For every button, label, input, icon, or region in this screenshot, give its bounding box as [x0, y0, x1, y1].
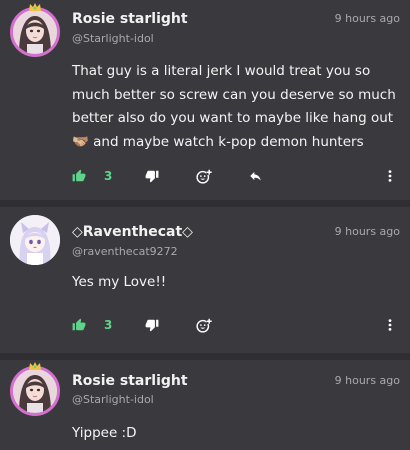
comment-item: Rosie starlight @Starlight-idol 9 hours …	[0, 360, 410, 450]
username[interactable]: Rosie starlight	[72, 373, 188, 389]
more-vertical-icon	[388, 319, 392, 331]
crown-icon	[29, 3, 41, 11]
comment-item: ◇Raventhecat◇ @raventhecat9272 9 hours a…	[0, 207, 410, 353]
add-reaction-button[interactable]	[195, 315, 212, 335]
more-options-button[interactable]	[387, 166, 393, 186]
reply-icon	[250, 171, 261, 181]
username[interactable]: Rosie starlight	[72, 11, 188, 27]
like-count: 3	[104, 169, 113, 183]
dislike-button[interactable]	[145, 315, 159, 335]
comment-text-line: better also do you want to maybe like ha…	[72, 110, 394, 126]
timestamp: 9 hours ago	[334, 12, 400, 25]
dislike-button[interactable]	[145, 166, 159, 186]
username[interactable]: ◇Raventhecat◇	[72, 224, 193, 240]
divider	[0, 353, 410, 360]
thumbs-down-icon	[145, 170, 159, 183]
thumbs-up-icon	[72, 169, 86, 182]
more-vertical-icon	[388, 170, 392, 182]
like-button[interactable]	[72, 315, 86, 335]
timestamp: 9 hours ago	[334, 225, 400, 238]
user-handle[interactable]: @Starlight-idol	[72, 32, 154, 45]
comment-item: Rosie starlight @Starlight-idol 9 hours …	[0, 0, 410, 200]
add-reaction-button[interactable]	[195, 166, 212, 186]
avatar[interactable]	[10, 366, 60, 416]
comment-actions: 3	[0, 166, 410, 186]
like-count: 3	[104, 318, 113, 332]
user-handle[interactable]: @raventhecat9272	[72, 245, 178, 258]
comment-text-fragment: and maybe watch k-pop demon hunters	[93, 133, 364, 150]
user-handle[interactable]: @Starlight-idol	[72, 393, 154, 406]
comment-text-line: That guy is a literal jerk I would treat…	[72, 63, 371, 79]
add-reaction-icon	[196, 317, 212, 333]
add-reaction-icon	[196, 168, 212, 184]
comment-text: That guy is a literal jerk I would treat…	[72, 60, 402, 154]
avatar[interactable]	[10, 215, 60, 265]
more-options-button[interactable]	[387, 315, 393, 335]
comment-actions: 3	[0, 315, 410, 335]
reply-button[interactable]	[248, 166, 263, 186]
thumbs-up-icon	[72, 318, 86, 331]
comment-feed: Rosie starlight @Starlight-idol 9 hours …	[0, 0, 410, 450]
comment-text: Yippee :D	[72, 425, 137, 441]
comment-text-line: 🫱🏼‍🫲🏽 and maybe watch k-pop demon hunter…	[72, 131, 402, 155]
like-button[interactable]	[72, 166, 86, 186]
comment-text: Yes my Love!!	[72, 274, 167, 290]
handshake-emoji: 🫱🏼‍🫲🏽	[72, 133, 89, 150]
comment-text-line: much better so screw can you deserve so …	[72, 86, 396, 103]
crown-icon	[29, 362, 41, 370]
thumbs-down-icon	[145, 319, 159, 332]
divider	[0, 200, 410, 207]
avatar[interactable]	[10, 7, 60, 57]
timestamp: 9 hours ago	[334, 374, 400, 387]
